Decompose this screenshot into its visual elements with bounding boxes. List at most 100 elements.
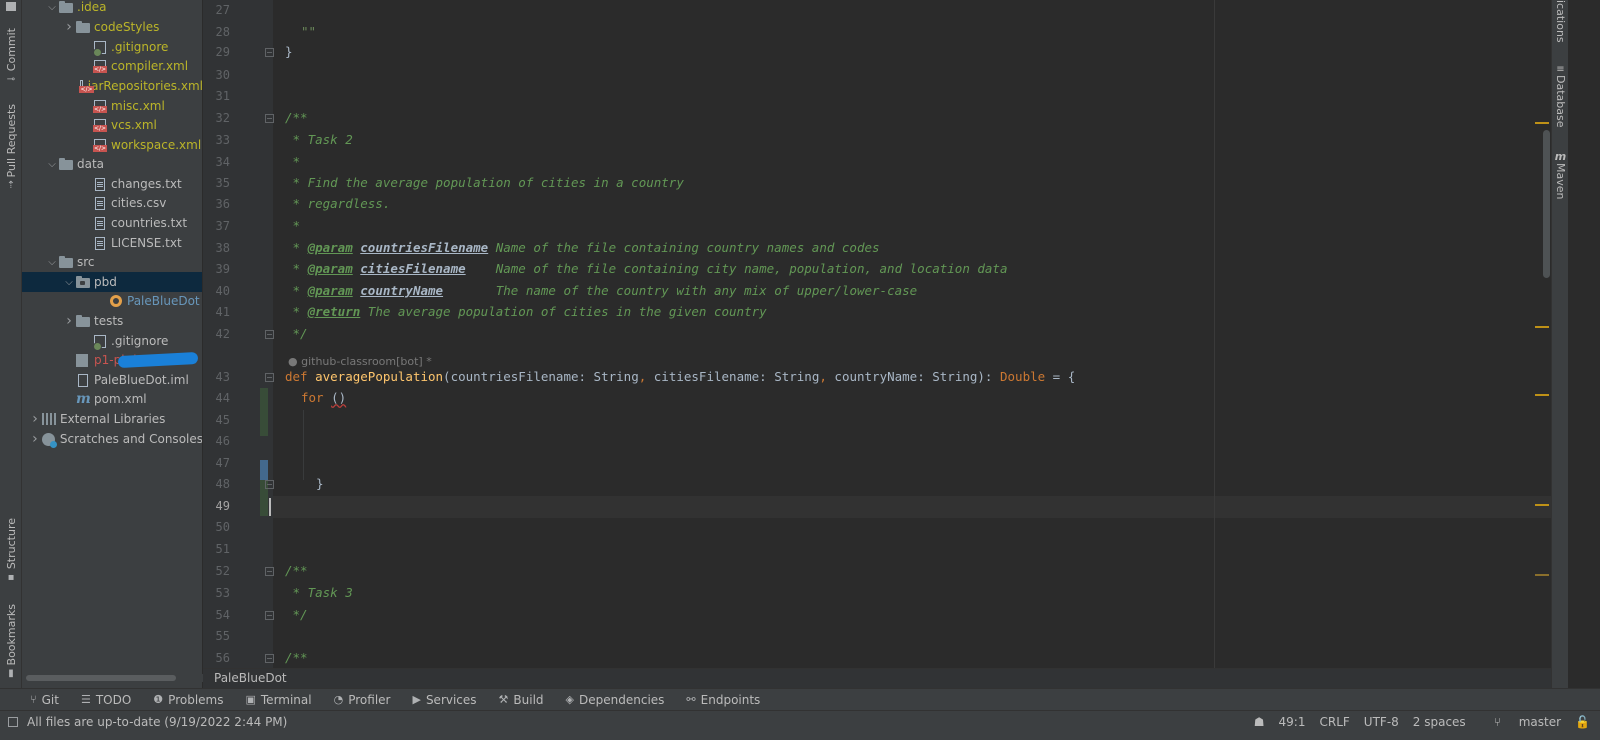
project-tab[interactable]	[2, 2, 20, 11]
tree-item[interactable]: › Scratches and Consoles	[22, 429, 202, 449]
tree-item[interactable]: ⌵ .idea	[22, 0, 202, 17]
scrollbar-thumb[interactable]	[26, 675, 176, 681]
line-number[interactable]: 51	[203, 539, 230, 559]
tree-item[interactable]: ⌵ pbd	[22, 272, 202, 292]
fold-toggle-icon[interactable]	[265, 114, 274, 123]
fold-toggle-icon[interactable]	[265, 48, 274, 57]
warning-mark[interactable]	[1535, 394, 1549, 396]
line-number[interactable]: 54	[203, 605, 230, 625]
tree-item[interactable]: m pom.xml	[22, 389, 202, 409]
line-number[interactable]: 32	[203, 108, 230, 128]
maven-tab[interactable]: m Maven	[1552, 150, 1569, 199]
database-tab[interactable]: ≡ Database	[1552, 64, 1569, 128]
line-number[interactable]: 33	[203, 130, 230, 150]
toggle-tool-windows-icon[interactable]	[8, 717, 18, 727]
fold-toggle-icon[interactable]	[265, 654, 274, 663]
line-number[interactable]: 36	[203, 194, 230, 214]
line-number[interactable]: 55	[203, 626, 230, 646]
notifications-tab[interactable]: ications	[1552, 0, 1569, 43]
lock-icon[interactable]: 🔓	[1575, 715, 1590, 729]
git-tab[interactable]: ⑂ Git	[30, 693, 59, 707]
line-number[interactable]: 50	[203, 517, 230, 537]
editor-vertical-scrollbar-thumb[interactable]	[1543, 130, 1550, 278]
tree-item[interactable]: misc.xml	[22, 96, 202, 116]
line-number[interactable]: 56	[203, 648, 230, 668]
endpoints-tab[interactable]: ⚯ Endpoints	[686, 693, 760, 707]
tree-item[interactable]: ⌵ src	[22, 252, 202, 272]
line-number[interactable]: 42	[203, 324, 230, 344]
bookmarks-tab[interactable]: Bookmarks ▮	[2, 604, 20, 679]
services-tab[interactable]: ▶ Services	[412, 693, 476, 707]
tree-item[interactable]: workspace.xml	[22, 135, 202, 155]
line-number[interactable]: 43	[203, 367, 230, 387]
tree-item[interactable]: › tests	[22, 311, 202, 331]
tree-item[interactable]: › External Libraries	[22, 409, 202, 429]
status-message[interactable]: All files are up-to-date (9/19/2022 2:44…	[27, 715, 287, 729]
chevron-down-icon[interactable]: ⌵	[62, 277, 76, 288]
line-number[interactable]: 40	[203, 281, 230, 301]
line-number[interactable]: 28	[203, 22, 230, 42]
line-number[interactable]: 52	[203, 561, 230, 581]
structure-tab[interactable]: Structure ▪	[2, 518, 20, 583]
fold-toggle-icon[interactable]	[265, 480, 274, 489]
warning-mark[interactable]	[1535, 504, 1549, 506]
line-number[interactable]: 41	[203, 302, 230, 322]
line-number[interactable]: 30	[203, 65, 230, 85]
file-encoding[interactable]: UTF-8	[1364, 715, 1399, 729]
line-number[interactable]: 27	[203, 0, 230, 20]
line-number[interactable]: 49	[203, 496, 230, 516]
chevron-down-icon[interactable]: ⌵	[45, 2, 59, 13]
fold-toggle-icon[interactable]	[265, 373, 274, 382]
line-number[interactable]: 39	[203, 259, 230, 279]
line-number[interactable]: 53	[203, 583, 230, 603]
vcs-change-marker[interactable]	[260, 388, 268, 436]
vcs-modified-marker[interactable]	[260, 460, 268, 480]
line-number[interactable]: 45	[203, 410, 230, 430]
line-number[interactable]: 34	[203, 152, 230, 172]
line-number[interactable]: 29	[203, 42, 230, 62]
chevron-down-icon[interactable]: ⌵	[45, 159, 59, 170]
line-number[interactable]: 37	[203, 216, 230, 236]
line-number[interactable]: 31	[203, 86, 230, 106]
tree-item[interactable]: LICENSE.txt	[22, 233, 202, 253]
chevron-right-icon[interactable]: ›	[62, 313, 76, 329]
caret-position[interactable]: 49:1	[1279, 715, 1306, 729]
commit-tab[interactable]: Commit ⊸	[2, 28, 20, 85]
tree-item[interactable]: › codeStyles	[22, 17, 202, 37]
tree-item[interactable]: changes.txt	[22, 174, 202, 194]
error-stripe[interactable]	[1535, 0, 1551, 668]
tree-item[interactable]: .gitignore	[22, 37, 202, 57]
project-horizontal-scrollbar[interactable]	[22, 674, 203, 682]
line-number[interactable]: 44	[203, 388, 230, 408]
line-number[interactable]: 38	[203, 238, 230, 258]
inspection-icon[interactable]: ☗	[1254, 715, 1265, 729]
tree-item[interactable]: compiler.xml	[22, 56, 202, 76]
dependencies-tab[interactable]: ◈ Dependencies	[566, 693, 665, 707]
author-inlay-hint[interactable]: ● github-classroom[bot] *	[288, 353, 432, 371]
fold-toggle-icon[interactable]	[265, 330, 274, 339]
warning-mark[interactable]	[1535, 574, 1549, 576]
line-separator[interactable]: CRLF	[1319, 715, 1349, 729]
indent-setting[interactable]: 2 spaces	[1413, 715, 1466, 729]
git-branch-widget[interactable]: ⑂ master	[1480, 715, 1561, 729]
breadcrumb[interactable]: PaleBlueDot	[203, 668, 1551, 688]
todo-tab[interactable]: ☰ TODO	[81, 693, 131, 707]
breadcrumb-item[interactable]: PaleBlueDot	[214, 671, 287, 685]
line-number[interactable]: 47	[203, 453, 230, 473]
code-editor[interactable]: "" } /** * Task 2 * * Find the average p…	[273, 0, 1563, 668]
chevron-right-icon[interactable]: ›	[62, 19, 76, 35]
fold-toggle-icon[interactable]	[265, 611, 274, 620]
tree-item[interactable]: cities.csv	[22, 193, 202, 213]
fold-toggle-icon[interactable]	[265, 567, 274, 576]
warning-mark[interactable]	[1535, 122, 1549, 124]
terminal-tab[interactable]: ▣ Terminal	[245, 693, 311, 707]
tree-item[interactable]: countries.txt	[22, 213, 202, 233]
problems-tab[interactable]: ❶ Problems	[153, 693, 223, 707]
line-number[interactable]: 46	[203, 431, 230, 451]
tree-item[interactable]: PaleBlueDot.iml	[22, 370, 202, 390]
chevron-down-icon[interactable]: ⌵	[45, 257, 59, 268]
tree-item[interactable]: vcs.xml	[22, 115, 202, 135]
warning-mark[interactable]	[1535, 326, 1549, 328]
profiler-tab[interactable]: ◔ Profiler	[334, 693, 391, 707]
chevron-right-icon[interactable]: ›	[28, 431, 42, 447]
